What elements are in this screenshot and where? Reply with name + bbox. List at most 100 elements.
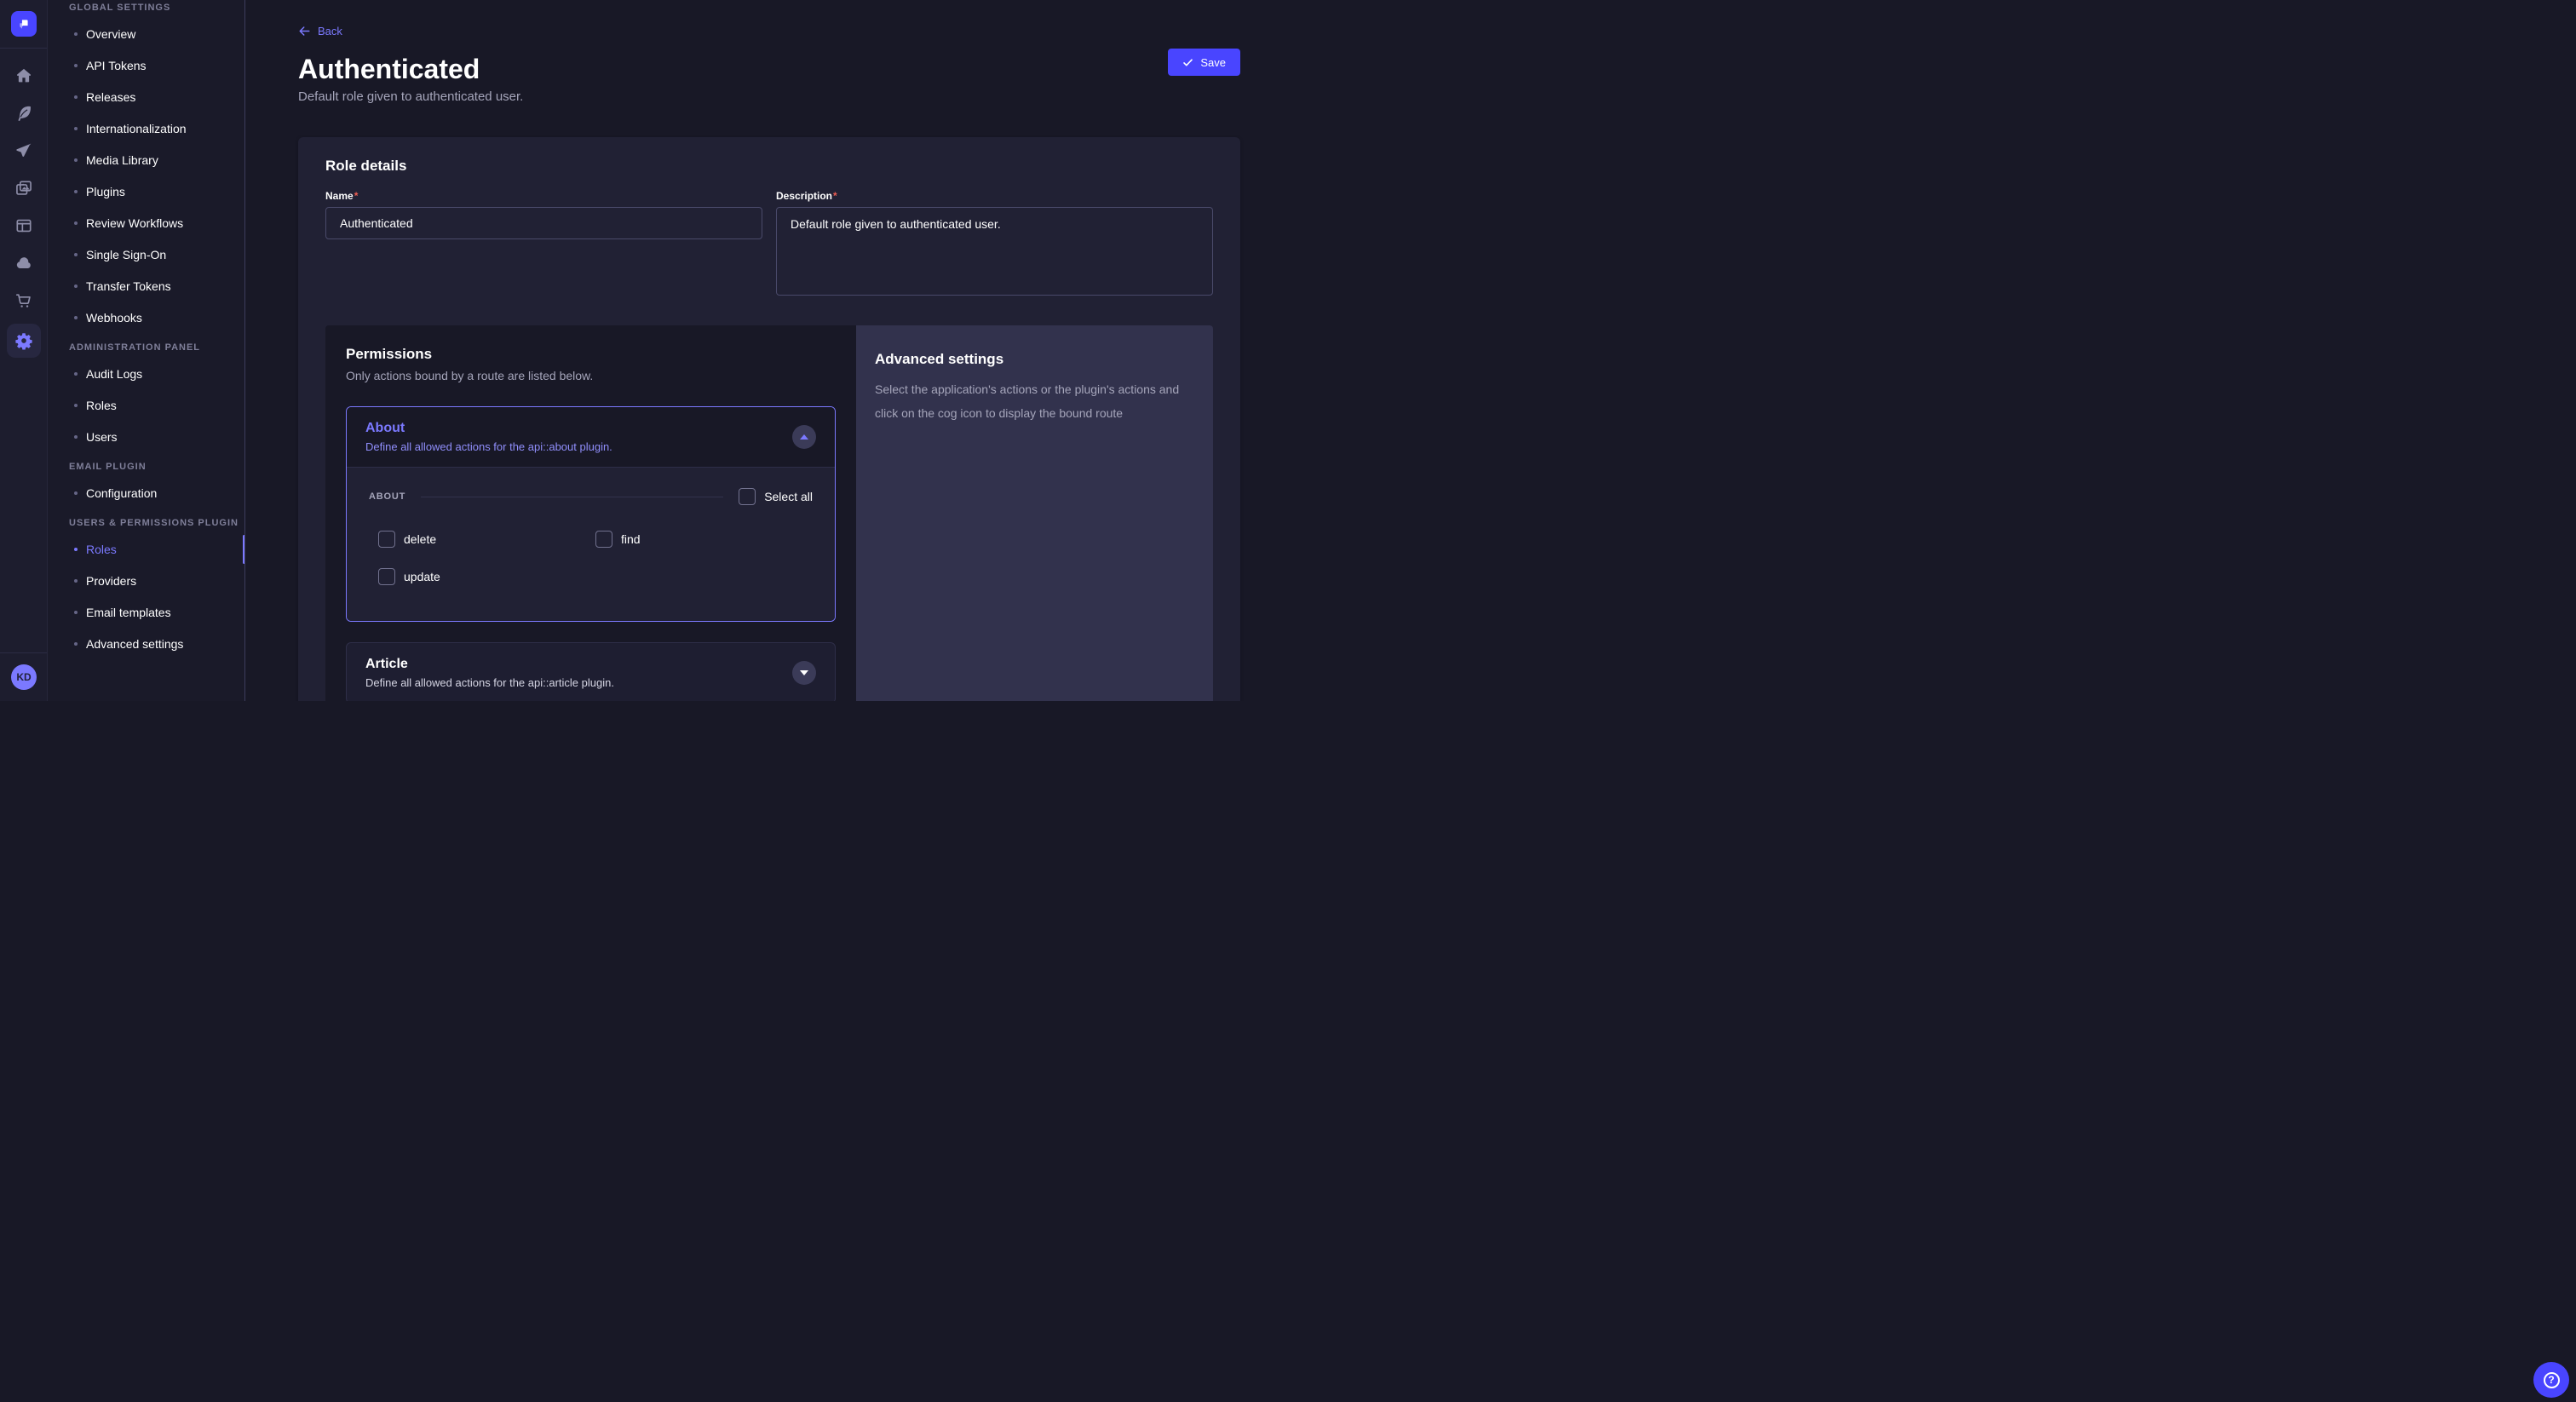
- cart-icon[interactable]: [14, 291, 33, 310]
- select-all-checkbox[interactable]: [739, 488, 756, 505]
- arrow-left-icon: [298, 25, 311, 37]
- media-library-icon[interactable]: [14, 179, 33, 198]
- bullet-icon: [74, 548, 78, 551]
- bullet-icon: [74, 579, 78, 583]
- sidebar-item-label: Review Workflows: [86, 216, 183, 230]
- find-label[interactable]: find: [621, 532, 641, 546]
- required-asterisk: *: [833, 190, 837, 202]
- sidebar-item-media-library[interactable]: Media Library: [48, 147, 244, 172]
- delete-checkbox[interactable]: [378, 531, 395, 548]
- bullet-icon: [74, 316, 78, 319]
- accordion-article[interactable]: Article Define all allowed actions for t…: [346, 642, 836, 701]
- bullet-icon: [74, 404, 78, 407]
- section-header-email-plugin: Email plugin: [48, 462, 244, 472]
- sidebar-item-users[interactable]: Users: [48, 424, 244, 449]
- page-subtitle: Default role given to authenticated user…: [298, 89, 1240, 105]
- sidebar-item-admin-roles[interactable]: Roles: [48, 393, 244, 417]
- strapi-logo[interactable]: [11, 11, 37, 37]
- bullet-icon: [74, 435, 78, 439]
- name-input[interactable]: [325, 207, 762, 239]
- sidebar-item-label: Media Library: [86, 153, 158, 167]
- sidebar-item-label: Plugins: [86, 185, 125, 198]
- section-header-users-permissions-plugin: Users & Permissions plugin: [48, 518, 244, 528]
- accordion-article-description: Define all allowed actions for the api::…: [365, 676, 614, 689]
- sidebar-item-plugins[interactable]: Plugins: [48, 179, 244, 204]
- update-label[interactable]: update: [404, 570, 440, 583]
- sidebar-item-review-workflows[interactable]: Review Workflows: [48, 210, 244, 235]
- name-label: Name*: [325, 190, 762, 202]
- sidebar-item-webhooks[interactable]: Webhooks: [48, 305, 244, 330]
- bullet-icon: [74, 642, 78, 646]
- name-field-group: Name*: [325, 190, 762, 300]
- delete-label[interactable]: delete: [404, 532, 436, 546]
- cloud-icon[interactable]: [14, 254, 33, 273]
- sidebar-item-label: Advanced settings: [86, 637, 183, 651]
- action-update: update: [378, 568, 595, 585]
- sidebar-item-label: Roles: [86, 399, 117, 412]
- save-button[interactable]: Save: [1168, 49, 1240, 76]
- sidebar-item-overview[interactable]: Overview: [48, 21, 244, 46]
- find-checkbox[interactable]: [595, 531, 612, 548]
- feather-icon[interactable]: [14, 104, 33, 123]
- section-header-administration-panel: Administration panel: [48, 342, 244, 353]
- sidebar-item-label: Webhooks: [86, 311, 142, 325]
- paper-plane-icon[interactable]: [14, 141, 33, 160]
- accordion-about: About Define all allowed actions for the…: [346, 406, 836, 622]
- advanced-settings-body: Select the application's actions or the …: [875, 377, 1192, 425]
- accordion-about-body: ABOUT Select all delete: [347, 467, 835, 621]
- back-link[interactable]: Back: [298, 25, 342, 37]
- check-icon: [1182, 57, 1193, 68]
- sidebar-item-label: Roles: [86, 543, 117, 556]
- sidebar-item-label: Email templates: [86, 606, 171, 619]
- advanced-settings-heading: Advanced settings: [875, 351, 1194, 368]
- sidebar-item-configuration[interactable]: Configuration: [48, 480, 244, 505]
- collapse-toggle-button[interactable]: [792, 425, 816, 449]
- select-all-label[interactable]: Select all: [764, 490, 813, 503]
- sidebar-item-single-sign-on[interactable]: Single Sign-On: [48, 242, 244, 267]
- layout-icon[interactable]: [14, 216, 33, 235]
- sidebar-item-internationalization[interactable]: Internationalization: [48, 116, 244, 141]
- required-asterisk: *: [354, 190, 359, 202]
- chevron-up-icon: [800, 434, 808, 440]
- help-button[interactable]: ?: [2533, 1362, 2569, 1398]
- bullet-icon: [74, 95, 78, 99]
- bullet-icon: [74, 64, 78, 67]
- sidebar-item-api-tokens[interactable]: API Tokens: [48, 53, 244, 78]
- sidebar-item-audit-logs[interactable]: Audit Logs: [48, 361, 244, 386]
- sidebar-item-label: Users: [86, 430, 118, 444]
- bullet-icon: [74, 221, 78, 225]
- sidebar-item-label: Single Sign-On: [86, 248, 166, 261]
- subject-label: ABOUT: [369, 491, 405, 502]
- sidebar-item-label: Audit Logs: [86, 367, 142, 381]
- sidebar-item-releases[interactable]: Releases: [48, 84, 244, 109]
- bullet-icon: [74, 32, 78, 36]
- action-find: find: [595, 531, 813, 548]
- sidebar-item-email-templates[interactable]: Email templates: [48, 600, 244, 624]
- description-label: Description*: [776, 190, 1213, 202]
- gear-icon[interactable]: [7, 324, 41, 358]
- sidebar-item-transfer-tokens[interactable]: Transfer Tokens: [48, 273, 244, 298]
- sidebar-item-advanced-settings[interactable]: Advanced settings: [48, 631, 244, 656]
- sidebar-item-providers[interactable]: Providers: [48, 568, 244, 593]
- sidebar-item-label: Configuration: [86, 486, 157, 500]
- sidebar-item-label: Overview: [86, 27, 135, 41]
- role-details-heading: Role details: [325, 158, 1213, 175]
- description-textarea[interactable]: Default role given to authenticated user…: [776, 207, 1213, 296]
- avatar[interactable]: KD: [11, 664, 37, 690]
- bullet-icon: [74, 284, 78, 288]
- accordion-about-header[interactable]: About Define all allowed actions for the…: [347, 407, 835, 467]
- expand-toggle-button[interactable]: [792, 661, 816, 685]
- update-checkbox[interactable]: [378, 568, 395, 585]
- sidebar-item-label: Providers: [86, 574, 136, 588]
- page-title: Authenticated: [298, 54, 1240, 84]
- permissions-heading: Permissions: [346, 346, 836, 363]
- rail-bottom-divider: [0, 652, 47, 653]
- sidebar-item-label: API Tokens: [86, 59, 147, 72]
- question-mark-icon: ?: [2544, 1372, 2560, 1388]
- sidebar-item-up-roles[interactable]: Roles: [48, 537, 244, 561]
- home-icon[interactable]: [14, 66, 33, 85]
- main-content: Back Authenticated Default role given to…: [245, 0, 1288, 701]
- chevron-down-icon: [800, 670, 808, 675]
- bullet-icon: [74, 127, 78, 130]
- accordion-about-description: Define all allowed actions for the api::…: [365, 440, 612, 453]
